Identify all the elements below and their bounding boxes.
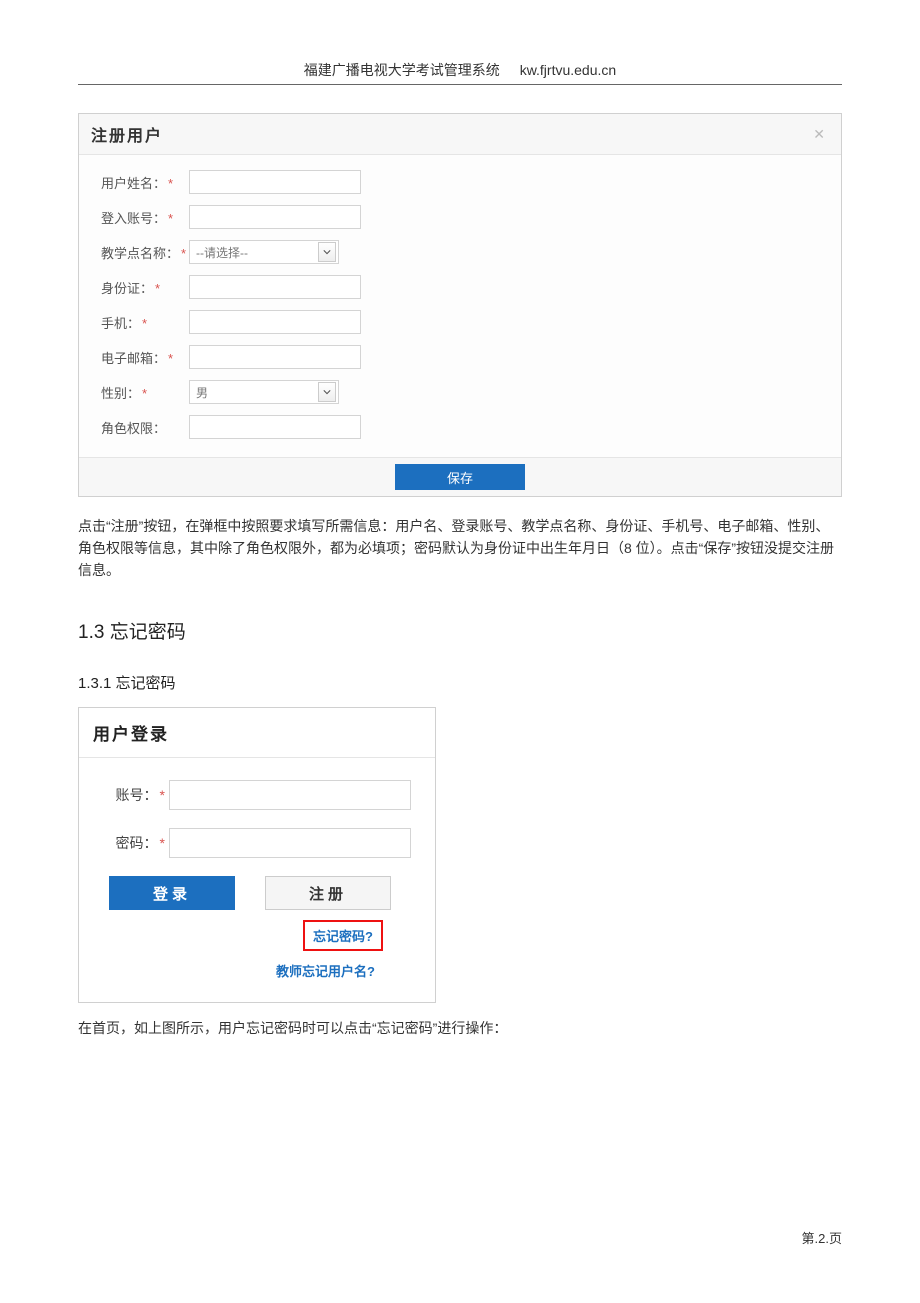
idcard-label: 身份证：* xyxy=(101,278,189,297)
paragraph-register-desc: 点击“注册”按钮，在弹框中按照要求填写所需信息：用户名、登录账号、教学点名称、身… xyxy=(78,515,842,581)
gender-select[interactable]: 男 xyxy=(189,380,339,404)
header-title: 福建广播电视大学考试管理系统 xyxy=(304,62,500,78)
school-select-value: --请选择-- xyxy=(196,244,248,261)
register-button[interactable]: 注册 xyxy=(265,876,391,910)
idcard-input[interactable] xyxy=(189,275,361,299)
school-select[interactable]: --请选择-- xyxy=(189,240,339,264)
login-header: 用户登录 xyxy=(79,708,435,758)
modal-header: 注册用户 ✕ xyxy=(79,114,841,155)
username-input[interactable] xyxy=(189,170,361,194)
gender-select-value: 男 xyxy=(196,384,208,401)
gender-label: 性别：* xyxy=(101,383,189,402)
paragraph-forgot-desc: 在首页，如上图所示，用户忘记密码时可以点击“忘记密码”进行操作： xyxy=(78,1017,842,1039)
login-title: 用户登录 xyxy=(93,725,169,744)
section-1-3-heading: 1.3 忘记密码 xyxy=(78,617,842,644)
register-modal: 注册用户 ✕ 用户姓名：* 登入账号：* 教学点名称：* xyxy=(78,113,842,497)
phone-label: 手机：* xyxy=(101,313,189,332)
email-input[interactable] xyxy=(189,345,361,369)
modal-title: 注册用户 xyxy=(91,122,163,146)
role-input[interactable] xyxy=(189,415,361,439)
role-label: 角色权限： xyxy=(101,418,189,437)
login-button[interactable]: 登录 xyxy=(109,876,235,910)
close-icon[interactable]: ✕ xyxy=(809,126,829,143)
phone-input[interactable] xyxy=(189,310,361,334)
username-label: 用户姓名：* xyxy=(101,173,189,192)
login-box: 用户登录 账号：* 密码：* 登录 注册 忘记密码? 教师忘记用户名? xyxy=(78,707,436,1003)
account-input[interactable] xyxy=(189,205,361,229)
login-account-label: 账号：* xyxy=(103,785,169,805)
forgot-password-link[interactable]: 忘记密码? xyxy=(303,920,383,951)
email-label: 电子邮箱：* xyxy=(101,348,189,367)
header-divider xyxy=(78,84,842,85)
modal-footer: 保存 xyxy=(79,457,841,496)
account-label: 登入账号：* xyxy=(101,208,189,227)
chevron-down-icon xyxy=(318,382,336,402)
login-account-input[interactable] xyxy=(169,780,411,810)
login-links: 忘记密码? 教师忘记用户名? xyxy=(103,920,411,998)
school-label: 教学点名称：* xyxy=(101,243,189,262)
chevron-down-icon xyxy=(318,242,336,262)
modal-body: 用户姓名：* 登入账号：* 教学点名称：* --请选择-- xyxy=(79,155,841,457)
login-password-input[interactable] xyxy=(169,828,411,858)
login-body: 账号：* 密码：* 登录 注册 忘记密码? 教师忘记用户名? xyxy=(79,758,435,1002)
teacher-forgot-link[interactable]: 教师忘记用户名? xyxy=(103,961,383,980)
save-button[interactable]: 保存 xyxy=(395,464,525,490)
page-header: 福建广播电视大学考试管理系统 kw.fjrtvu.edu.cn xyxy=(78,60,842,80)
page-number: 第.2.页 xyxy=(802,1228,842,1247)
section-1-3-1-heading: 1.3.1 忘记密码 xyxy=(78,672,842,693)
header-url: kw.fjrtvu.edu.cn xyxy=(520,62,617,78)
login-password-label: 密码：* xyxy=(103,833,169,853)
